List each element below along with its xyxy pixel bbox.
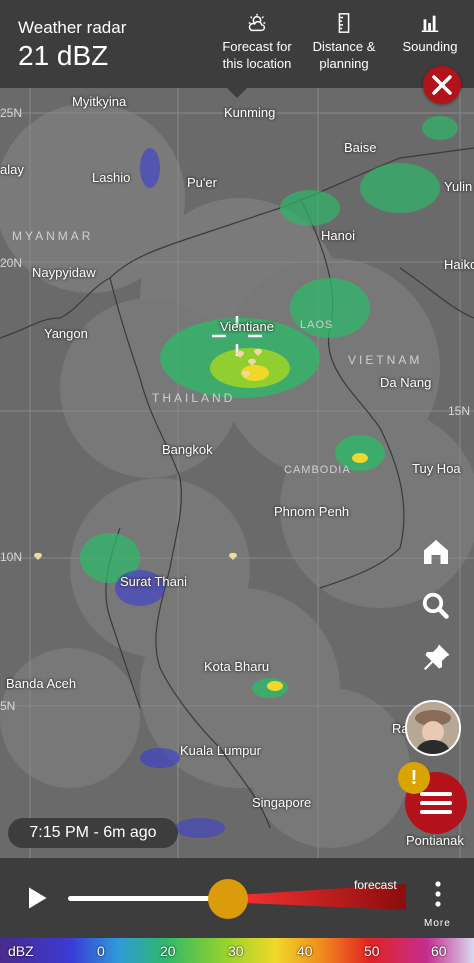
distance-button-line2: planning bbox=[319, 56, 369, 71]
lat-label-25n: 25N bbox=[0, 106, 23, 120]
city-bangkok: Bangkok bbox=[162, 442, 213, 457]
play-button[interactable] bbox=[22, 884, 50, 912]
legend-tick-20: 20 bbox=[160, 943, 176, 959]
avatar[interactable] bbox=[405, 700, 461, 756]
city-yangon: Yangon bbox=[44, 326, 88, 341]
city-hanoi: Hanoi bbox=[321, 228, 355, 243]
more-label: More bbox=[424, 918, 451, 929]
bar-chart-icon bbox=[421, 15, 439, 32]
city-baise: Baise bbox=[344, 140, 377, 155]
country-myanmar: MYANMAR bbox=[12, 229, 94, 243]
home-icon bbox=[424, 540, 448, 564]
play-icon bbox=[29, 887, 47, 909]
legend-tick-50: 50 bbox=[364, 943, 380, 959]
city-myitkyina: Myitkyina bbox=[72, 94, 127, 109]
distance-planning-button[interactable]: Distance & planning bbox=[308, 12, 380, 72]
city-kunming: Kunming bbox=[224, 105, 276, 120]
city-naypyidaw: Naypyidaw bbox=[32, 265, 96, 280]
city-phnompenh: Phnom Penh bbox=[274, 504, 350, 519]
search-button[interactable] bbox=[418, 588, 454, 624]
pin-button[interactable] bbox=[418, 640, 454, 676]
search-icon bbox=[422, 592, 449, 619]
warning-badge[interactable]: ! bbox=[398, 762, 430, 794]
timeline-track[interactable] bbox=[68, 896, 228, 901]
dbz-color-legend: dBZ 0 20 30 40 50 60 bbox=[0, 938, 474, 963]
city-kualalumpur: Kuala Lumpur bbox=[180, 743, 261, 758]
lat-label-20n: 20N bbox=[0, 256, 23, 270]
country-cambodia: CAMBODIA bbox=[284, 464, 351, 476]
legend-tick-30: 30 bbox=[228, 943, 244, 959]
timeline-slider-thumb[interactable] bbox=[208, 879, 248, 919]
city-lashio: Lashio bbox=[92, 170, 131, 185]
ruler-icon bbox=[338, 13, 350, 33]
app-header: Weather radar 21 dBZ Forecast for this l… bbox=[0, 0, 474, 88]
forecast-for-location-button[interactable]: Forecast for this location bbox=[218, 12, 296, 72]
city-alay: alay bbox=[0, 162, 24, 177]
city-singapore: Singapore bbox=[252, 795, 312, 810]
city-suratthani: Surat Thani bbox=[120, 574, 187, 589]
city-pontianak: Pontianak bbox=[406, 833, 464, 848]
city-danang: Da Nang bbox=[380, 375, 432, 390]
pin-icon bbox=[424, 644, 450, 670]
city-vientiane: Vientiane bbox=[220, 319, 274, 334]
cloud-sun-icon bbox=[248, 13, 266, 32]
page-title: Weather radar bbox=[18, 18, 127, 37]
more-button[interactable] bbox=[428, 876, 448, 916]
city-bandaaceh: Banda Aceh bbox=[6, 676, 77, 691]
city-yulin: Yulin bbox=[444, 179, 473, 194]
lat-label-5n: 5N bbox=[0, 699, 16, 713]
country-laos: LAOS bbox=[300, 319, 334, 331]
close-button[interactable] bbox=[423, 66, 461, 104]
forecast-label: forecast bbox=[354, 878, 397, 892]
legend-unit: dBZ bbox=[8, 943, 34, 959]
city-tuyhoa: Tuy Hoa bbox=[412, 461, 461, 476]
distance-button-line1: Distance & bbox=[312, 39, 376, 54]
city-kotabharu: Kota Bharu bbox=[204, 659, 270, 674]
timestamp-label: 7:15 PM - 6m ago bbox=[8, 818, 178, 848]
avatar-image bbox=[407, 702, 459, 754]
timeline-player: forecast More bbox=[0, 858, 474, 938]
more-vertical-icon bbox=[435, 881, 441, 907]
header-pointer bbox=[227, 88, 247, 98]
legend-tick-60: 60 bbox=[431, 943, 447, 959]
forecast-button-line1: Forecast for bbox=[222, 39, 292, 54]
lat-label-15n: 15N bbox=[448, 404, 471, 418]
sounding-button-label: Sounding bbox=[402, 39, 458, 54]
country-vietnam: VIETNAM bbox=[348, 353, 423, 367]
home-button[interactable] bbox=[418, 534, 454, 570]
sounding-button[interactable]: Sounding bbox=[398, 12, 462, 55]
close-icon bbox=[432, 75, 452, 95]
lat-label-10n: 10N bbox=[0, 550, 23, 564]
legend-tick-0: 0 bbox=[97, 943, 105, 959]
dbz-value: 21 dBZ bbox=[18, 40, 109, 71]
forecast-button-line2: this location bbox=[222, 56, 292, 71]
country-thailand: THAILAND bbox=[152, 391, 236, 405]
legend-tick-40: 40 bbox=[297, 943, 313, 959]
radar-map[interactable]: 25N 20N 15N 10N 5N MYANMAR LAOS VIETNAM … bbox=[0, 88, 474, 858]
city-puer: Pu'er bbox=[187, 175, 217, 190]
city-haikou: Haiko bbox=[444, 257, 474, 272]
